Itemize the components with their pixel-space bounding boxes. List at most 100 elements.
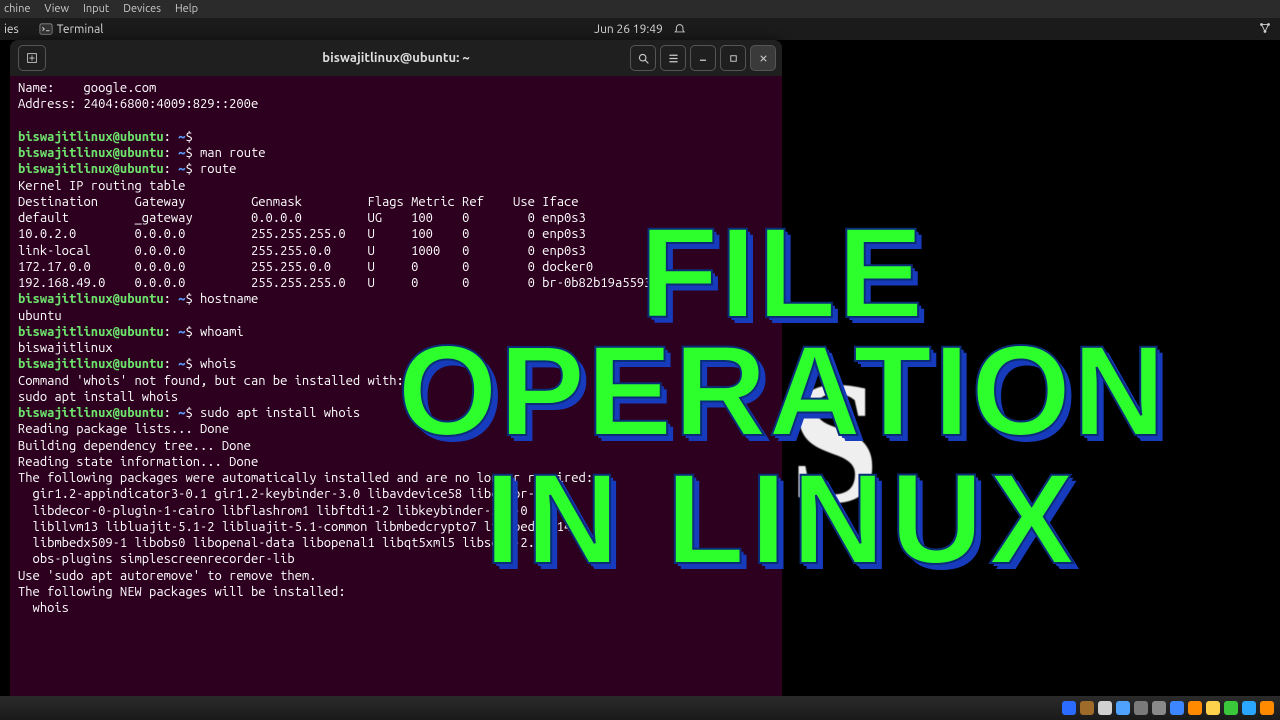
terminal-icon (39, 22, 53, 36)
prompt-sep: : (164, 292, 171, 306)
active-app-label: Terminal (57, 23, 104, 36)
prompt-path: ~ (171, 130, 186, 144)
tray-icon[interactable] (1206, 701, 1220, 715)
route-row: link-local 0.0.0.0 255.255.0.0 U 1000 0 … (18, 244, 586, 258)
prompt-sep: : (164, 162, 171, 176)
cmd: whois (200, 357, 236, 371)
prompt-sep: : (164, 130, 171, 144)
system-menu-icon[interactable] (1258, 21, 1272, 35)
prompt-sep: : (164, 325, 171, 339)
prompt-user: biswajitlinux@ubuntu (18, 146, 164, 160)
prompt-user: biswajitlinux@ubuntu (18, 130, 164, 144)
line: sudo apt install whois (18, 390, 178, 404)
route-row: 10.0.2.0 0.0.0.0 255.255.255.0 U 100 0 0… (18, 227, 586, 241)
prompt-sep: : (164, 406, 171, 420)
tray-icon[interactable] (1260, 701, 1274, 715)
prompt-path: ~ (171, 406, 186, 420)
menu-devices[interactable]: Devices (123, 3, 161, 15)
new-tab-icon (25, 51, 39, 65)
line: libllvm13 libluajit-5.1-2 libluajit-5.1-… (18, 520, 571, 534)
tray-icon[interactable] (1098, 701, 1112, 715)
prompt-end: $ (185, 357, 200, 371)
terminal-window: biswajitlinux@ubuntu: ~ Name: (10, 40, 782, 700)
line: ubuntu (18, 309, 62, 323)
prompt-path: ~ (171, 162, 186, 176)
menu-machine[interactable]: chine (4, 3, 30, 15)
route-table-header: Destination Gateway Genmask Flags Metric… (18, 195, 579, 209)
terminal-title: biswajitlinux@ubuntu: ~ (322, 51, 469, 65)
prompt-user: biswajitlinux@ubuntu (18, 292, 164, 306)
host-menubar: chine View Input Devices Help (0, 0, 1280, 18)
line: libdecor-0-plugin-1-cairo libflashrom1 l… (18, 504, 528, 518)
hamburger-menu-button[interactable] (660, 45, 686, 71)
tray-icon[interactable] (1242, 701, 1256, 715)
line: biswajitlinux (18, 341, 113, 355)
prompt-end: $ (185, 130, 200, 144)
tray-icon[interactable] (1116, 701, 1130, 715)
cmd: whoami (200, 325, 244, 339)
menu-input[interactable]: Input (83, 3, 109, 15)
prompt-sep: : (164, 146, 171, 160)
prompt-end: $ (185, 406, 200, 420)
prompt-end: $ (185, 325, 200, 339)
prompt-path: ~ (171, 146, 186, 160)
menu-help[interactable]: Help (175, 3, 198, 15)
route-row: 192.168.49.0 0.0.0.0 255.255.255.0 U 0 0… (18, 276, 651, 290)
line: libmbedx509-1 libobs0 libopenal-data lib… (18, 536, 557, 550)
route-row: 172.17.0.0 0.0.0.0 255.255.0.0 U 0 0 0 d… (18, 260, 593, 274)
maximize-button[interactable] (720, 45, 746, 71)
line: The following packages were automaticall… (18, 471, 593, 485)
line: The following NEW packages will be insta… (18, 585, 346, 599)
close-button[interactable] (750, 45, 776, 71)
terminal-titlebar[interactable]: biswajitlinux@ubuntu: ~ (10, 40, 782, 76)
desktop: biswajitlinux@ubuntu: ~ Name: (0, 40, 1280, 696)
prompt-user: biswajitlinux@ubuntu (18, 325, 164, 339)
host-statusbar (0, 696, 1280, 720)
line: Building dependency tree... Done (18, 439, 251, 453)
prompt-end: $ (185, 292, 200, 306)
maximize-icon (728, 53, 739, 64)
hamburger-icon (667, 52, 680, 65)
activities-button[interactable]: ies (4, 23, 19, 36)
prompt-end: $ (185, 146, 200, 160)
prompt-path: ~ (171, 325, 186, 339)
tray-icon[interactable] (1134, 701, 1148, 715)
clock[interactable]: Jun 26 19:49 (594, 23, 663, 36)
route-row: default _gateway 0.0.0.0 UG 100 0 0 enp0… (18, 211, 586, 225)
prompt-path: ~ (171, 357, 186, 371)
terminal-body[interactable]: Name: google.com Address: 2404:6800:4009… (10, 76, 782, 620)
prompt-end: $ (185, 162, 200, 176)
prompt-sep: : (164, 357, 171, 371)
cmd: hostname (200, 292, 258, 306)
tray-icon[interactable] (1062, 701, 1076, 715)
line: Address: 2404:6800:4009:829::200e (18, 97, 258, 111)
cmd: route (200, 162, 236, 176)
cmd: man route (200, 146, 266, 160)
line: Command 'whois' not found, but can be in… (18, 374, 404, 388)
gnome-topbar: ies Terminal Jun 26 19:49 (0, 18, 1280, 40)
search-button[interactable] (630, 45, 656, 71)
line: Kernel IP routing table (18, 179, 185, 193)
tray-icon[interactable] (1080, 701, 1094, 715)
prompt-user: biswajitlinux@ubuntu (18, 162, 164, 176)
line: gir1.2-appindicator3-0.1 gir1.2-keybinde… (18, 487, 557, 501)
active-app-indicator[interactable]: Terminal (39, 22, 104, 36)
background-letter: S (790, 341, 879, 545)
tray-icon[interactable] (1170, 701, 1184, 715)
minimize-button[interactable] (690, 45, 716, 71)
close-icon (758, 53, 769, 64)
new-tab-button[interactable] (18, 45, 46, 71)
line: whois (18, 601, 69, 615)
tray-icon[interactable] (1188, 701, 1202, 715)
line: Use 'sudo apt autoremove' to remove them… (18, 569, 316, 583)
prompt-path: ~ (171, 292, 186, 306)
prompt-user: biswajitlinux@ubuntu (18, 406, 164, 420)
notifications-icon[interactable] (673, 23, 686, 36)
line: Name: google.com (18, 81, 156, 95)
menu-view[interactable]: View (44, 3, 69, 15)
tray-icon[interactable] (1224, 701, 1238, 715)
tray-icon[interactable] (1152, 701, 1166, 715)
line: Reading package lists... Done (18, 422, 229, 436)
line: Reading state information... Done (18, 455, 258, 469)
minimize-icon (697, 52, 709, 64)
